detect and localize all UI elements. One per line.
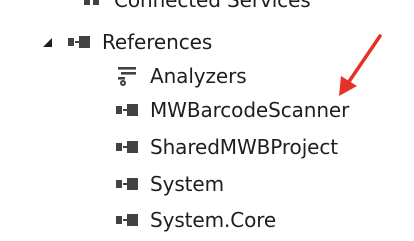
tree-item-analyzers[interactable]: Analyzers [116,59,247,93]
tree-item-label: Connected Services [114,0,311,12]
reference-icon [116,140,140,154]
tree-item-mwbarcodescanner[interactable]: MWBarcodeScanner [116,93,349,127]
tree-item-label: System [150,172,224,196]
tree-item-system[interactable]: System [116,167,224,201]
reference-icon [116,213,140,227]
tree-item-system-core[interactable]: System.Core [116,203,276,237]
tree-item-sharedmwbproject[interactable]: SharedMWBProject [116,130,338,164]
reference-icon [116,177,140,191]
connected-services-icon [80,0,104,12]
expanded-triangle-icon[interactable] [40,35,54,49]
tree-item-label: MWBarcodeScanner [150,98,350,122]
reference-icon [68,35,92,49]
reference-icon [116,103,140,117]
tree-item-label: References [102,30,213,54]
solution-explorer-tree: Connected Services References Analyzers … [0,0,414,241]
tree-item-label: SharedMWBProject [150,135,338,159]
analyzers-icon [116,64,140,88]
tree-item-label: Analyzers [150,64,247,88]
tree-item-connected-services[interactable]: Connected Services [80,0,311,17]
tree-item-label: System.Core [150,208,277,232]
tree-item-references[interactable]: References [40,25,212,59]
